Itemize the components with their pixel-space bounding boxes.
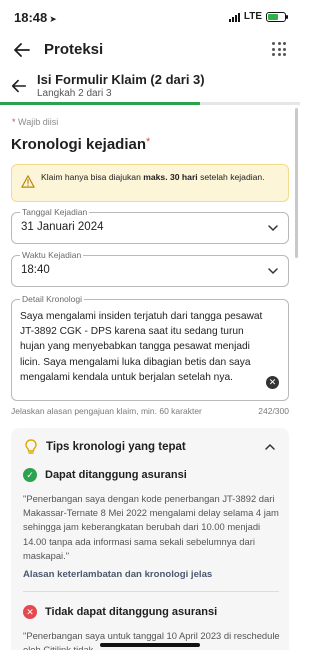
- clear-icon[interactable]: ✕: [266, 376, 279, 389]
- step-back-arrow-icon[interactable]: [10, 77, 28, 95]
- step-subtitle: Langkah 2 dari 3: [37, 88, 112, 99]
- divider: [23, 591, 279, 592]
- warning-text: Klaim hanya bisa diajukan maks. 30 hari …: [41, 172, 265, 182]
- warning-icon: [21, 175, 35, 188]
- step-title: Isi Formulir Klaim (2 dari 3): [37, 72, 205, 87]
- section-title-text: Kronologi kejadian: [11, 136, 147, 153]
- network-label: LTE: [243, 11, 262, 22]
- date-field[interactable]: Tanggal Kejadian 31 Januari 2024: [11, 207, 289, 244]
- chevron-down-icon: [268, 225, 278, 232]
- covered-header: ✓ Dapat ditanggung asuransi: [23, 468, 283, 486]
- description-field-label: Detail Kronologi: [20, 294, 85, 304]
- helper-text: Jelaskan alasan pengajuan klaim, min. 60…: [11, 406, 202, 416]
- chevron-down-icon: [268, 268, 278, 275]
- char-counter: 242/300: [258, 406, 289, 416]
- covered-example: "Penerbangan saya dengan kode penerbanga…: [23, 493, 279, 561]
- scrollbar[interactable]: [295, 108, 298, 258]
- covered-link[interactable]: Alasan keterlambatan dan kronologi jelas: [23, 569, 212, 580]
- required-note-text: Wajib diisi: [18, 117, 59, 127]
- status-indicators: LTE: [228, 11, 288, 22]
- warning-banner: Klaim hanya bisa diajukan maks. 30 hari …: [11, 164, 289, 202]
- check-icon: ✓: [23, 468, 37, 482]
- chevron-up-icon[interactable]: [265, 443, 275, 451]
- description-textarea[interactable]: Saya mengalami insiden terjatuh dari tan…: [20, 309, 270, 385]
- status-time: 18:48 ➤: [14, 10, 57, 25]
- required-note: * Wajib diisi: [12, 117, 59, 127]
- status-bar: 18:48 ➤ LTE: [0, 0, 300, 36]
- section-title: Kronologi kejadian*: [11, 136, 151, 153]
- step-progress-bar: [0, 102, 300, 105]
- date-field-value: 31 Januari 2024: [21, 221, 104, 233]
- not-covered-title: Tidak dapat ditanggung asuransi: [45, 606, 218, 618]
- tips-header[interactable]: Tips kronologi yang tepat: [21, 438, 279, 458]
- back-arrow-icon[interactable]: [12, 40, 32, 60]
- helper-row: Jelaskan alasan pengajuan klaim, min. 60…: [11, 406, 289, 416]
- close-icon: ✕: [23, 605, 37, 619]
- description-field[interactable]: Detail Kronologi Saya mengalami insiden …: [11, 294, 289, 401]
- time-field-label: Waktu Kejadian: [20, 250, 84, 260]
- covered-title: Dapat ditanggung asuransi: [45, 469, 187, 481]
- lightbulb-icon: [25, 439, 37, 454]
- grid-menu-icon[interactable]: [272, 42, 286, 56]
- battery-icon: [266, 11, 288, 22]
- location-icon: ➤: [49, 14, 57, 24]
- date-field-label: Tanggal Kejadian: [20, 207, 90, 217]
- app-title: Proteksi: [44, 41, 104, 58]
- step-header: Isi Formulir Klaim (2 dari 3) Langkah 2 …: [0, 68, 300, 104]
- home-indicator[interactable]: [100, 643, 200, 647]
- app-bar: Proteksi: [0, 36, 300, 66]
- step-progress-fill: [0, 102, 201, 105]
- time-field[interactable]: Waktu Kejadian 18:40: [11, 250, 289, 287]
- signal-icon: [228, 12, 240, 22]
- tips-title: Tips kronologi yang tepat: [46, 441, 186, 453]
- time-field-value: 18:40: [21, 264, 50, 276]
- not-covered-header: ✕ Tidak dapat ditanggung asuransi: [23, 605, 283, 623]
- status-time-text: 18:48: [14, 10, 48, 25]
- tips-card: Tips kronologi yang tepat ✓ Dapat ditang…: [11, 428, 289, 650]
